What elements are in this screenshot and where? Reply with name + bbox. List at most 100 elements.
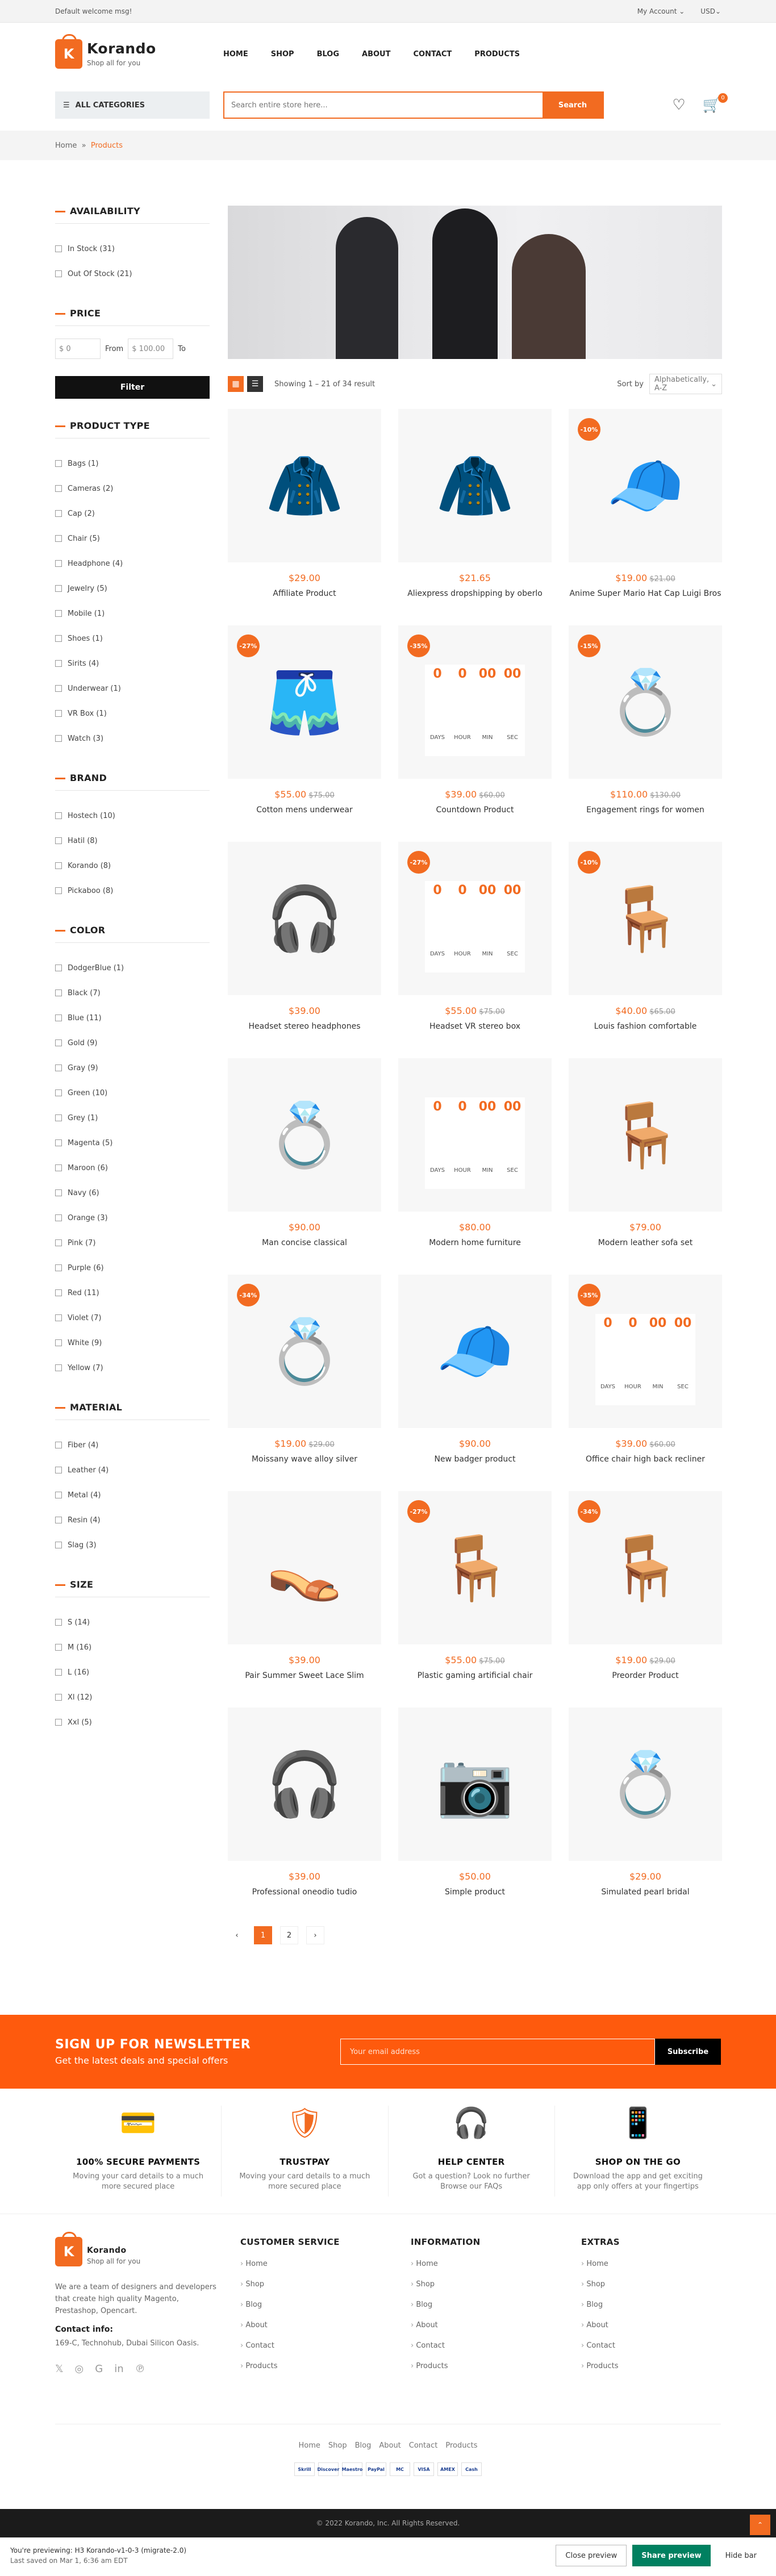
footer-link[interactable]: Products xyxy=(240,2362,411,2382)
filter-option[interactable]: White (9) xyxy=(55,1330,210,1355)
checkbox-icon[interactable] xyxy=(55,270,62,277)
filter-option[interactable]: Mobile (1) xyxy=(55,601,210,626)
filter-option[interactable]: Cap (2) xyxy=(55,501,210,526)
filter-option[interactable]: Watch (3) xyxy=(55,726,210,751)
checkbox-icon[interactable] xyxy=(55,1517,62,1523)
product-image[interactable]: 💍 -34% xyxy=(228,1275,381,1428)
checkbox-icon[interactable] xyxy=(55,610,62,617)
product-image[interactable]: 💍 -15% xyxy=(569,625,722,779)
page-2[interactable]: 2 xyxy=(280,1926,298,1944)
product-name[interactable]: Engagement rings for women xyxy=(569,805,722,815)
filter-option[interactable]: M (16) xyxy=(55,1635,210,1660)
checkbox-icon[interactable] xyxy=(55,1694,62,1701)
product-image[interactable]: 🪑 -27% xyxy=(398,1491,552,1644)
social-5-icon[interactable]: ℗ xyxy=(135,2363,145,2375)
filter-option[interactable]: Shoes (1) xyxy=(55,626,210,651)
checkbox-icon[interactable] xyxy=(55,1064,62,1071)
product-image[interactable]: 🧥 xyxy=(398,409,552,562)
product-image[interactable]: 🎧 xyxy=(228,842,381,995)
filter-option[interactable]: Pickaboo (8) xyxy=(55,878,210,903)
checkbox-icon[interactable] xyxy=(55,485,62,492)
product-image[interactable]: 🪑 -10% xyxy=(569,842,722,995)
wishlist-heart-icon[interactable]: ♡ xyxy=(672,97,685,114)
all-categories-button[interactable]: ☰ ALL CATEGORIES xyxy=(55,91,210,119)
product-name[interactable]: Simple product xyxy=(398,1888,552,1897)
currency-select[interactable]: USD⌄ xyxy=(700,7,721,15)
filter-option[interactable]: Maroon (6) xyxy=(55,1155,210,1180)
checkbox-icon[interactable] xyxy=(55,245,62,252)
checkbox-icon[interactable] xyxy=(55,635,62,642)
product-card[interactable]: 👡 $39.00 Pair Summer Sweet Lace Slim xyxy=(228,1491,381,1687)
product-card[interactable]: 💺-35%0DAYS0HOUR00MIN00SEC$39.00$60.00Off… xyxy=(569,1275,722,1471)
account-menu[interactable]: My Account ⌄ xyxy=(637,7,685,15)
checkbox-icon[interactable] xyxy=(55,862,62,869)
product-name[interactable]: Affiliate Product xyxy=(228,589,381,598)
price-to-input[interactable]: $ 100.00 xyxy=(128,339,174,359)
product-name[interactable]: Anime Super Mario Hat Cap Luigi Bros xyxy=(569,589,722,598)
page-1[interactable]: 1 xyxy=(254,1926,272,1944)
product-card[interactable]: 🧥 $21.65 Aliexpress dropshipping by oberlo xyxy=(398,409,552,605)
filter-option[interactable]: Purple (6) xyxy=(55,1255,210,1280)
filter-option[interactable]: Jewelry (5) xyxy=(55,576,210,601)
filter-option[interactable]: Grey (1) xyxy=(55,1105,210,1130)
product-name[interactable]: Headset VR stereo box xyxy=(398,1022,552,1031)
product-card[interactable]: 🎧 $39.00 Professional oneodio tudio xyxy=(228,1707,381,1903)
breadcrumb-home[interactable]: Home xyxy=(55,141,77,150)
filter-option[interactable]: L (16) xyxy=(55,1660,210,1685)
sort-select[interactable]: Alphabetically, A-Z ⌄ xyxy=(649,374,722,394)
footer-bottom-link[interactable]: Shop xyxy=(328,2441,347,2450)
checkbox-icon[interactable] xyxy=(55,1164,62,1171)
checkbox-icon[interactable] xyxy=(55,585,62,592)
social-1-icon[interactable]: 𝕏 xyxy=(55,2363,64,2375)
footer-link[interactable]: Shop xyxy=(411,2280,581,2301)
filter-option[interactable]: Violet (7) xyxy=(55,1305,210,1330)
filter-option[interactable]: Headphone (4) xyxy=(55,551,210,576)
product-image[interactable]: 🪑 -34% xyxy=(569,1491,722,1644)
pagination-next[interactable]: › xyxy=(306,1926,324,1944)
checkbox-icon[interactable] xyxy=(55,710,62,717)
checkbox-icon[interactable] xyxy=(55,735,62,742)
footer-link[interactable]: Home xyxy=(581,2260,752,2280)
nav-item-products[interactable]: PRODUCTS xyxy=(474,50,520,59)
product-card[interactable]: 🥽-27%0DAYS0HOUR00MIN00SEC$55.00$75.00Hea… xyxy=(398,842,552,1038)
product-name[interactable]: Professional oneodio tudio xyxy=(228,1888,381,1897)
nav-item-about[interactable]: ABOUT xyxy=(362,50,390,59)
footer-link[interactable]: Products xyxy=(411,2362,581,2382)
product-name[interactable]: Moissany wave alloy silver xyxy=(228,1455,381,1464)
social-3-icon[interactable]: G xyxy=(95,2363,103,2375)
product-image[interactable]: 💍 xyxy=(569,1707,722,1861)
checkbox-icon[interactable] xyxy=(55,1114,62,1121)
nav-item-contact[interactable]: CONTACT xyxy=(413,50,452,59)
checkbox-icon[interactable] xyxy=(55,837,62,844)
footer-link[interactable]: Products xyxy=(581,2362,752,2382)
filter-option[interactable]: Out Of Stock (21) xyxy=(55,261,210,286)
product-name[interactable]: Modern leather sofa set xyxy=(569,1238,722,1247)
product-name[interactable]: Headset stereo headphones xyxy=(228,1022,381,1031)
product-card[interactable]: 🧥 $29.00 Affiliate Product xyxy=(228,409,381,605)
filter-option[interactable]: Hostech (10) xyxy=(55,803,210,828)
filter-option[interactable]: Red (11) xyxy=(55,1280,210,1305)
checkbox-icon[interactable] xyxy=(55,887,62,894)
filter-option[interactable]: Blue (11) xyxy=(55,1005,210,1030)
product-name[interactable]: Cotton mens underwear xyxy=(228,805,381,815)
filter-option[interactable]: VR Box (1) xyxy=(55,701,210,726)
product-image[interactable]: 🪑 xyxy=(569,1058,722,1212)
checkbox-icon[interactable] xyxy=(55,460,62,467)
filter-option[interactable]: Leather (4) xyxy=(55,1458,210,1483)
checkbox-icon[interactable] xyxy=(55,560,62,567)
checkbox-icon[interactable] xyxy=(55,535,62,542)
filter-option[interactable]: Green (10) xyxy=(55,1080,210,1105)
product-image[interactable]: 💺-35%0DAYS0HOUR00MIN00SEC xyxy=(569,1275,722,1428)
footer-link[interactable]: About xyxy=(240,2321,411,2341)
product-card[interactable]: 🪑 -10% $40.00 $65.00 Louis fashion comfortab… xyxy=(569,842,722,1038)
filter-option[interactable]: Metal (4) xyxy=(55,1483,210,1508)
subscribe-button[interactable]: Subscribe xyxy=(655,2039,721,2065)
product-card[interactable]: 🪑 $79.00 Modern leather sofa set xyxy=(569,1058,722,1254)
product-card[interactable]: 💍 $29.00 Simulated pearl bridal xyxy=(569,1707,722,1903)
product-name[interactable]: Aliexpress dropshipping by oberlo xyxy=(398,589,552,598)
checkbox-icon[interactable] xyxy=(55,1239,62,1246)
filter-option[interactable]: Chair (5) xyxy=(55,526,210,551)
footer-link[interactable]: Shop xyxy=(240,2280,411,2301)
checkbox-icon[interactable] xyxy=(55,1619,62,1626)
product-image[interactable]: 💍 xyxy=(228,1058,381,1212)
